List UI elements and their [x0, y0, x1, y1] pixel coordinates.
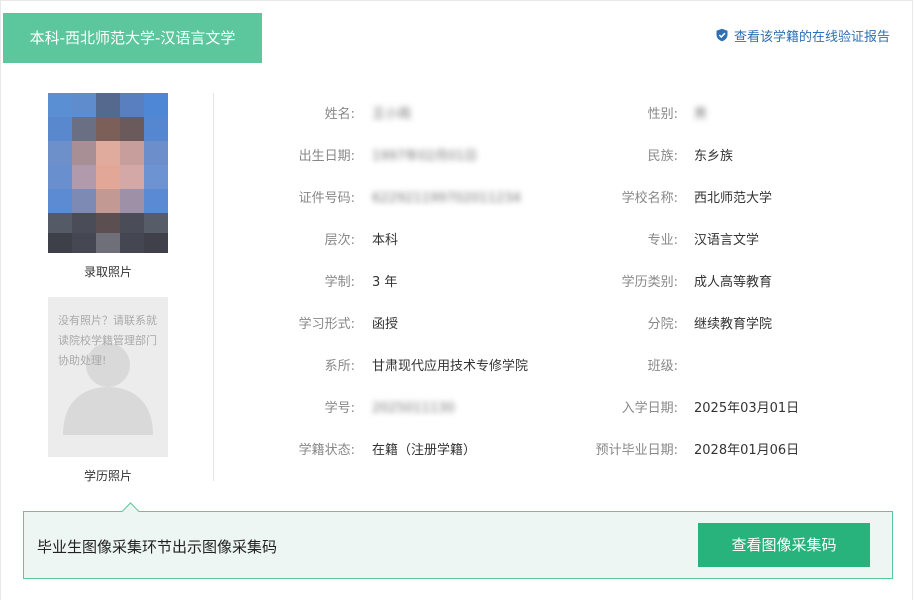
info-row-5: 学制: 3 年 学历类别: 成人高等教育 [1, 273, 914, 293]
expected-graduation-value: 2028年01月06日 [694, 443, 800, 458]
id-number-label: 证件号码: [298, 191, 355, 206]
school-name-label: 学校名称: [621, 191, 678, 206]
shield-check-icon [716, 28, 728, 42]
education-type-label: 学历类别: [621, 275, 678, 290]
info-row-6: 学习形式: 函授 分院: 继续教育学院 [1, 315, 914, 335]
gender-label: 性别: [647, 107, 678, 122]
duration-value: 3 年 [372, 275, 398, 290]
level-label: 层次: [324, 233, 355, 248]
student-number-value: 2025011130 [372, 401, 455, 416]
name-value: 王小雨 [372, 107, 412, 122]
image-capture-notice-text: 毕业生图像采集环节出示图像采集码 [37, 538, 278, 556]
verify-report-link[interactable]: 查看该学籍的在线验证报告 [715, 25, 890, 45]
study-form-value: 函授 [372, 317, 399, 332]
verify-report-link-label[interactable]: 查看该学籍的在线验证报告 [734, 26, 890, 45]
id-number-value: 622921199702011234 [372, 191, 521, 206]
major-value: 汉语言文学 [694, 233, 760, 248]
student-number-label: 学号: [324, 401, 355, 416]
school-name-value: 西北师范大学 [694, 191, 773, 206]
enrollment-status-value: 在籍（注册学籍） [372, 443, 477, 458]
level-value: 本科 [372, 233, 399, 248]
enrollment-date-label: 入学日期: [621, 401, 678, 416]
branch-label: 分院: [647, 317, 678, 332]
branch-value: 继续教育学院 [694, 317, 773, 332]
info-row-8: 学号: 2025011130 入学日期: 2025年03月01日 [1, 399, 914, 419]
department-value: 甘肃现代应用技术专修学院 [372, 359, 529, 374]
birth-date-value: 1997年02月01日 [372, 149, 478, 164]
department-label: 系所: [324, 359, 355, 374]
birth-date-label: 出生日期: [298, 149, 355, 164]
info-row-7: 系所: 甘肃现代应用技术专修学院 班级: [1, 357, 914, 377]
ethnicity-label: 民族: [647, 149, 678, 164]
info-row-9: 学籍状态: 在籍（注册学籍） 预计毕业日期: 2028年01月06日 [1, 441, 914, 461]
record-title-tab: 本科-西北师范大学-汉语言文学 [3, 13, 262, 63]
info-row-1: 姓名: 王小雨 性别: 男 [1, 105, 914, 125]
expected-graduation-label: 预计毕业日期: [595, 443, 678, 458]
gender-value: 男 [694, 107, 708, 122]
enrollment-status-label: 学籍状态: [298, 443, 355, 458]
notice-pointer-arrow [121, 502, 140, 521]
degree-photo-caption: 学历照片 [83, 469, 132, 483]
info-row-2: 出生日期: 1997年02月01日 民族: 东乡族 [1, 147, 914, 167]
info-row-4: 层次: 本科 专业: 汉语言文学 [1, 231, 914, 251]
study-form-label: 学习形式: [298, 317, 355, 332]
student-record-card: 本科-西北师范大学-汉语言文学 查看该学籍的在线验证报告 录取照片 没有照片？请… [0, 0, 913, 600]
ethnicity-value: 东乡族 [694, 149, 734, 164]
education-type-value: 成人高等教育 [694, 275, 773, 290]
view-capture-code-button[interactable]: 查看图像采集码 [698, 523, 870, 567]
class-label: 班级: [647, 359, 678, 374]
duration-label: 学制: [324, 275, 355, 290]
major-label: 专业: [647, 233, 678, 248]
image-capture-notice: 毕业生图像采集环节出示图像采集码 查看图像采集码 [23, 502, 893, 579]
enrollment-date-value: 2025年03月01日 [694, 401, 800, 416]
info-row-3: 证件号码: 622921199702011234 学校名称: 西北师范大学 [1, 189, 914, 209]
name-label: 姓名: [324, 107, 355, 122]
